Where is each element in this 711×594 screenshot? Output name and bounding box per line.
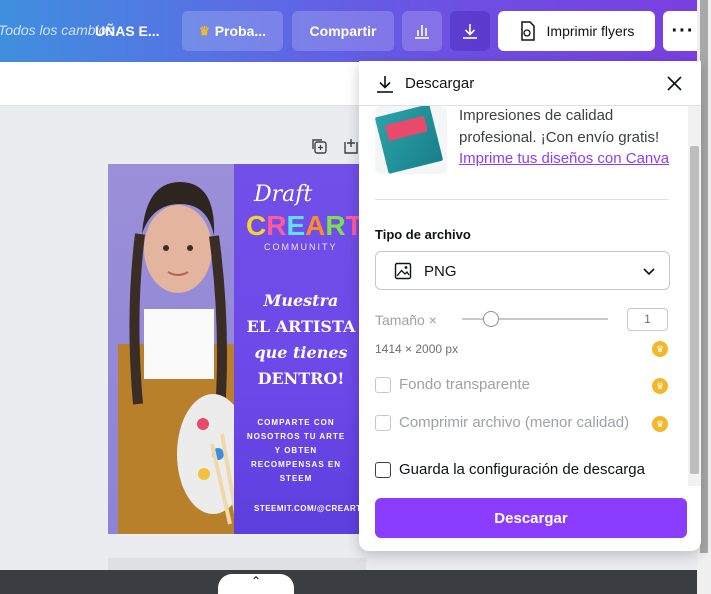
size-input[interactable]: 1 bbox=[627, 308, 668, 331]
flyer-body-line: COMPARTE CON bbox=[257, 418, 335, 427]
flyer-draft-text: Draft bbox=[254, 182, 313, 207]
print-promo-image[interactable] bbox=[375, 106, 447, 174]
bottom-bar: ⌃ bbox=[0, 570, 711, 594]
flyer-text-panel: Draft CREARTE COMMUNITY Muestra EL ARTIS… bbox=[234, 164, 360, 534]
duplicate-page-icon[interactable] bbox=[310, 137, 328, 155]
file-type-select[interactable]: PNG bbox=[375, 251, 670, 290]
crown-icon: ♛ bbox=[652, 416, 668, 432]
girl-photo bbox=[108, 164, 249, 534]
file-type-value: PNG bbox=[424, 263, 457, 280]
panel-scrollbar[interactable] bbox=[688, 106, 701, 486]
share-button[interactable]: Compartir bbox=[292, 11, 394, 51]
crown-icon: ♛ bbox=[198, 24, 210, 38]
page-tools bbox=[310, 137, 360, 155]
next-page-preview[interactable] bbox=[108, 558, 366, 570]
size-slider-handle[interactable] bbox=[483, 311, 499, 327]
page-scrollbar-thumb[interactable] bbox=[700, 0, 708, 553]
image-icon bbox=[394, 262, 412, 280]
download-button-top[interactable] bbox=[450, 11, 490, 51]
chevron-down-icon bbox=[643, 268, 655, 276]
flyer-headline-1: Muestra bbox=[263, 291, 339, 310]
transparent-bg-checkbox[interactable] bbox=[375, 376, 391, 393]
dimensions-text: 1414 × 2000 px bbox=[375, 342, 459, 356]
flyer-headline-3: que tienes bbox=[254, 343, 348, 362]
crown-icon: ♛ bbox=[652, 378, 668, 394]
flyer-body-line: Y OBTEN bbox=[274, 446, 318, 455]
flyer-design[interactable]: Draft CREARTE COMMUNITY Muestra EL ARTIS… bbox=[108, 164, 360, 534]
flyer-community-text: COMMUNITY bbox=[264, 242, 338, 252]
print-promo-link[interactable]: Imprime tus diseños con Canva bbox=[459, 150, 669, 167]
insights-button[interactable] bbox=[402, 11, 442, 51]
flyer-headline: Muestra EL ARTISTA que tienes DENTRO! bbox=[242, 288, 360, 392]
collapse-pages-handle[interactable]: ⌃ bbox=[218, 574, 294, 594]
print-flyers-button[interactable]: Imprimir flyers bbox=[498, 11, 655, 51]
compress-label: Comprimir archivo (menor calidad) bbox=[399, 414, 630, 431]
crown-icon: ♛ bbox=[652, 341, 668, 357]
flyer-headline-2: EL ARTISTA bbox=[246, 317, 356, 336]
divider bbox=[375, 199, 669, 200]
flyer-body-text: COMPARTE CON NOSOTROS TU ARTE Y OBTEN RE… bbox=[246, 416, 346, 486]
download-panel-title: Descargar bbox=[405, 75, 475, 92]
flyer-body-line: RECOMPENSAS EN bbox=[250, 460, 341, 469]
save-settings-option[interactable]: Guarda la configuración de descarga bbox=[375, 461, 645, 478]
share-label: Compartir bbox=[309, 23, 377, 39]
chevron-up-icon: ⌃ bbox=[250, 574, 262, 588]
more-icon: ··· bbox=[671, 19, 695, 42]
panel-scrollbar-thumb[interactable] bbox=[690, 146, 699, 474]
save-settings-label: Guarda la configuración de descarga bbox=[399, 461, 645, 478]
print-flyers-label: Imprimir flyers bbox=[546, 23, 635, 39]
file-type-label: Tipo de archivo bbox=[375, 227, 471, 242]
print-icon bbox=[520, 21, 535, 41]
flyer-site-text: STEEMIT.COM/@CREARTE bbox=[254, 504, 360, 513]
print-promo-text: Impresiones de calidad profesional. ¡Con… bbox=[459, 107, 660, 146]
try-pro-button[interactable]: ♛ Proba... bbox=[182, 11, 283, 51]
transparent-bg-option[interactable]: Fondo transparente bbox=[375, 376, 530, 393]
flyer-headline-4: DENTRO! bbox=[257, 369, 345, 388]
transparent-bg-label: Fondo transparente bbox=[399, 376, 530, 393]
save-settings-checkbox[interactable] bbox=[375, 461, 391, 478]
compress-option[interactable]: Comprimir archivo (menor calidad) bbox=[375, 414, 629, 431]
download-panel-header: Descargar bbox=[359, 61, 701, 106]
download-icon bbox=[377, 76, 393, 93]
top-toolbar: Todos los cambios UÑAS E... ♛ Proba... C… bbox=[0, 0, 711, 62]
flyer-brand-logo: CREARTE bbox=[246, 210, 360, 241]
try-pro-label: Proba... bbox=[214, 23, 267, 39]
close-icon[interactable] bbox=[667, 76, 682, 91]
flyer-body-line: NOSOTROS TU ARTE bbox=[246, 432, 346, 441]
add-page-icon[interactable] bbox=[342, 137, 360, 155]
download-panel: Descargar Impresiones de calidad profesi… bbox=[359, 61, 701, 551]
chart-icon bbox=[415, 25, 429, 39]
flyer-body-line: STEEM bbox=[279, 474, 313, 483]
size-label: Tamaño × bbox=[375, 312, 437, 328]
book-illustration bbox=[375, 106, 444, 174]
compress-checkbox[interactable] bbox=[375, 414, 391, 431]
download-button[interactable]: Descargar bbox=[375, 498, 687, 538]
document-title[interactable]: UÑAS E... bbox=[95, 23, 160, 39]
download-icon bbox=[463, 24, 477, 39]
